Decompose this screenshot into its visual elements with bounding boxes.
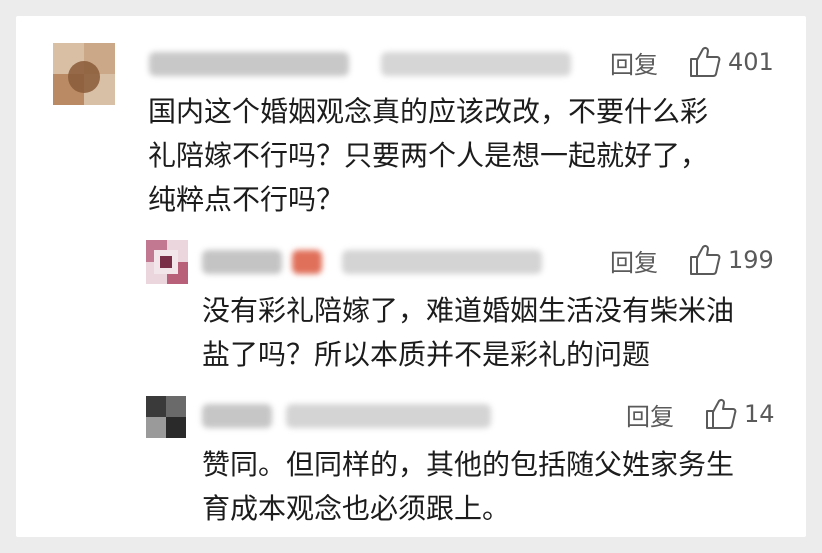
comment-text: 国内这个婚姻观念真的应该改改，不要什么彩 礼陪嫁不行吗？只要两个人是想一起就好了…: [148, 95, 709, 216]
username-blurred[interactable]: [149, 52, 349, 76]
like-button[interactable]: 401: [688, 46, 774, 78]
thumbs-up-icon: [690, 46, 721, 77]
reply-button[interactable]: 回复: [610, 243, 658, 278]
reply-button[interactable]: 回复: [626, 397, 674, 432]
avatar-image: [146, 396, 186, 438]
like-button[interactable]: 14: [704, 398, 775, 430]
comment-thread: 回复 401 国内这个婚姻观念真的应该改改，不要什么彩 礼陪嫁不行吗？只要两个人…: [16, 16, 806, 537]
comment-actions: 回复 14: [626, 396, 775, 432]
avatar-image: [53, 43, 115, 105]
comment-actions: 回复 401: [610, 44, 774, 80]
avatar-image: [146, 240, 188, 284]
timestamp-blurred: [381, 52, 571, 76]
avatar[interactable]: [53, 43, 115, 105]
thumbs-up-icon: [706, 398, 737, 429]
like-count: 14: [744, 400, 775, 428]
like-button[interactable]: 199: [688, 244, 774, 276]
like-count: 199: [728, 246, 774, 274]
comment-text: 没有彩礼陪嫁了，难道婚姻生活没有柴米油 盐了吗？所以本质并不是彩礼的问题: [202, 294, 735, 371]
thumbs-up-icon: [690, 244, 721, 275]
username-blurred[interactable]: [202, 404, 272, 428]
reply-button[interactable]: 回复: [610, 45, 658, 80]
timestamp-blurred: [342, 250, 542, 274]
avatar[interactable]: [146, 240, 188, 284]
avatar[interactable]: [146, 396, 186, 438]
comment-actions: 回复 199: [610, 242, 774, 278]
username-blurred[interactable]: [202, 250, 282, 274]
timestamp-blurred: [286, 404, 491, 428]
comment-text: 赞同。但同样的，其他的包括随父姓家务生 育成本观念也必须跟上。: [202, 448, 735, 525]
user-badge-blurred: [292, 250, 322, 274]
like-count: 401: [728, 48, 774, 76]
